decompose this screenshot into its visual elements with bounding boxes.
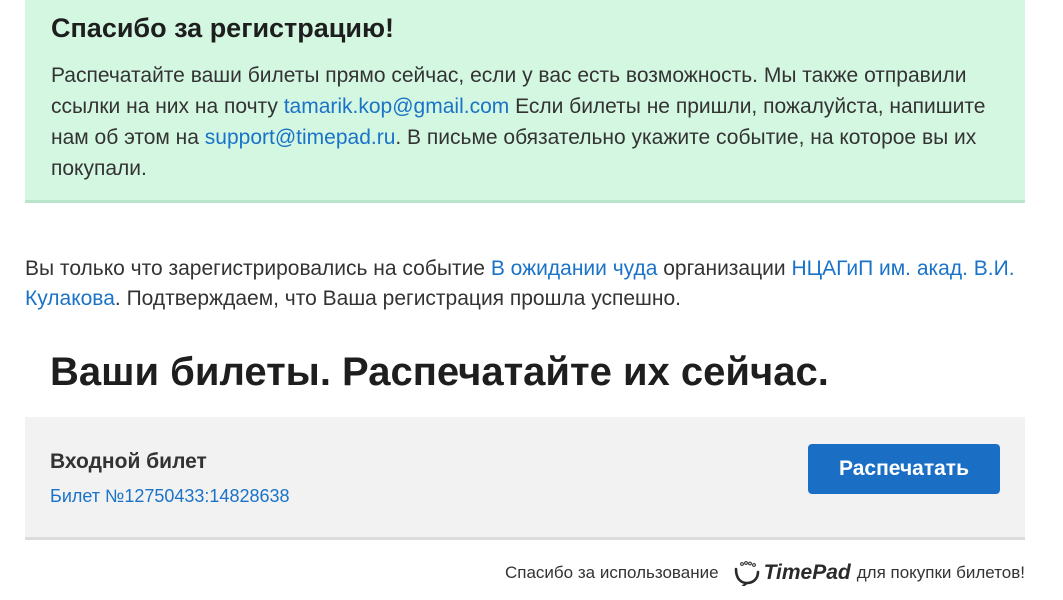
footer: Спасибо за использование TimePad для пок… — [505, 560, 1025, 586]
registration-success-notice: Спасибо за регистрацию! Распечатайте ваш… — [25, 0, 1025, 203]
timepad-brand-name: TimePad — [763, 561, 851, 584]
tickets-title: Ваши билеты. Распечатайте их сейчас. — [50, 350, 829, 394]
reg-text-part-3: . Подтверждаем, что Ваша регистрация про… — [114, 287, 681, 310]
footer-text-before: Спасибо за использование — [505, 563, 719, 582]
ticket-number-link[interactable]: Билет №12750433:14828638 — [50, 486, 290, 507]
timepad-logo-icon — [734, 561, 759, 586]
notice-title: Спасибо за регистрацию! — [51, 13, 395, 43]
support-email-link[interactable]: support@timepad.ru — [205, 126, 396, 149]
ticket-type: Входной билет — [50, 450, 207, 473]
reg-text-part-2: организации — [657, 257, 792, 280]
reg-text-part-1: Вы только что зарегистрировались на собы… — [25, 257, 491, 280]
print-ticket-button[interactable]: Распечатать — [808, 444, 1000, 494]
timepad-logo-link[interactable]: TimePad — [733, 560, 851, 586]
notice-text: Распечатайте ваши билеты прямо сейчас, е… — [51, 60, 999, 184]
ticket-card: Входной билет Билет №12750433:14828638 Р… — [25, 417, 1025, 540]
user-email-link[interactable]: tamarik.kop@gmail.com — [284, 95, 510, 118]
footer-text-after: для покупки билетов! — [856, 563, 1025, 582]
registration-confirmation: Вы только что зарегистрировались на собы… — [25, 254, 1025, 314]
event-link[interactable]: В ожидании чуда — [491, 257, 658, 280]
